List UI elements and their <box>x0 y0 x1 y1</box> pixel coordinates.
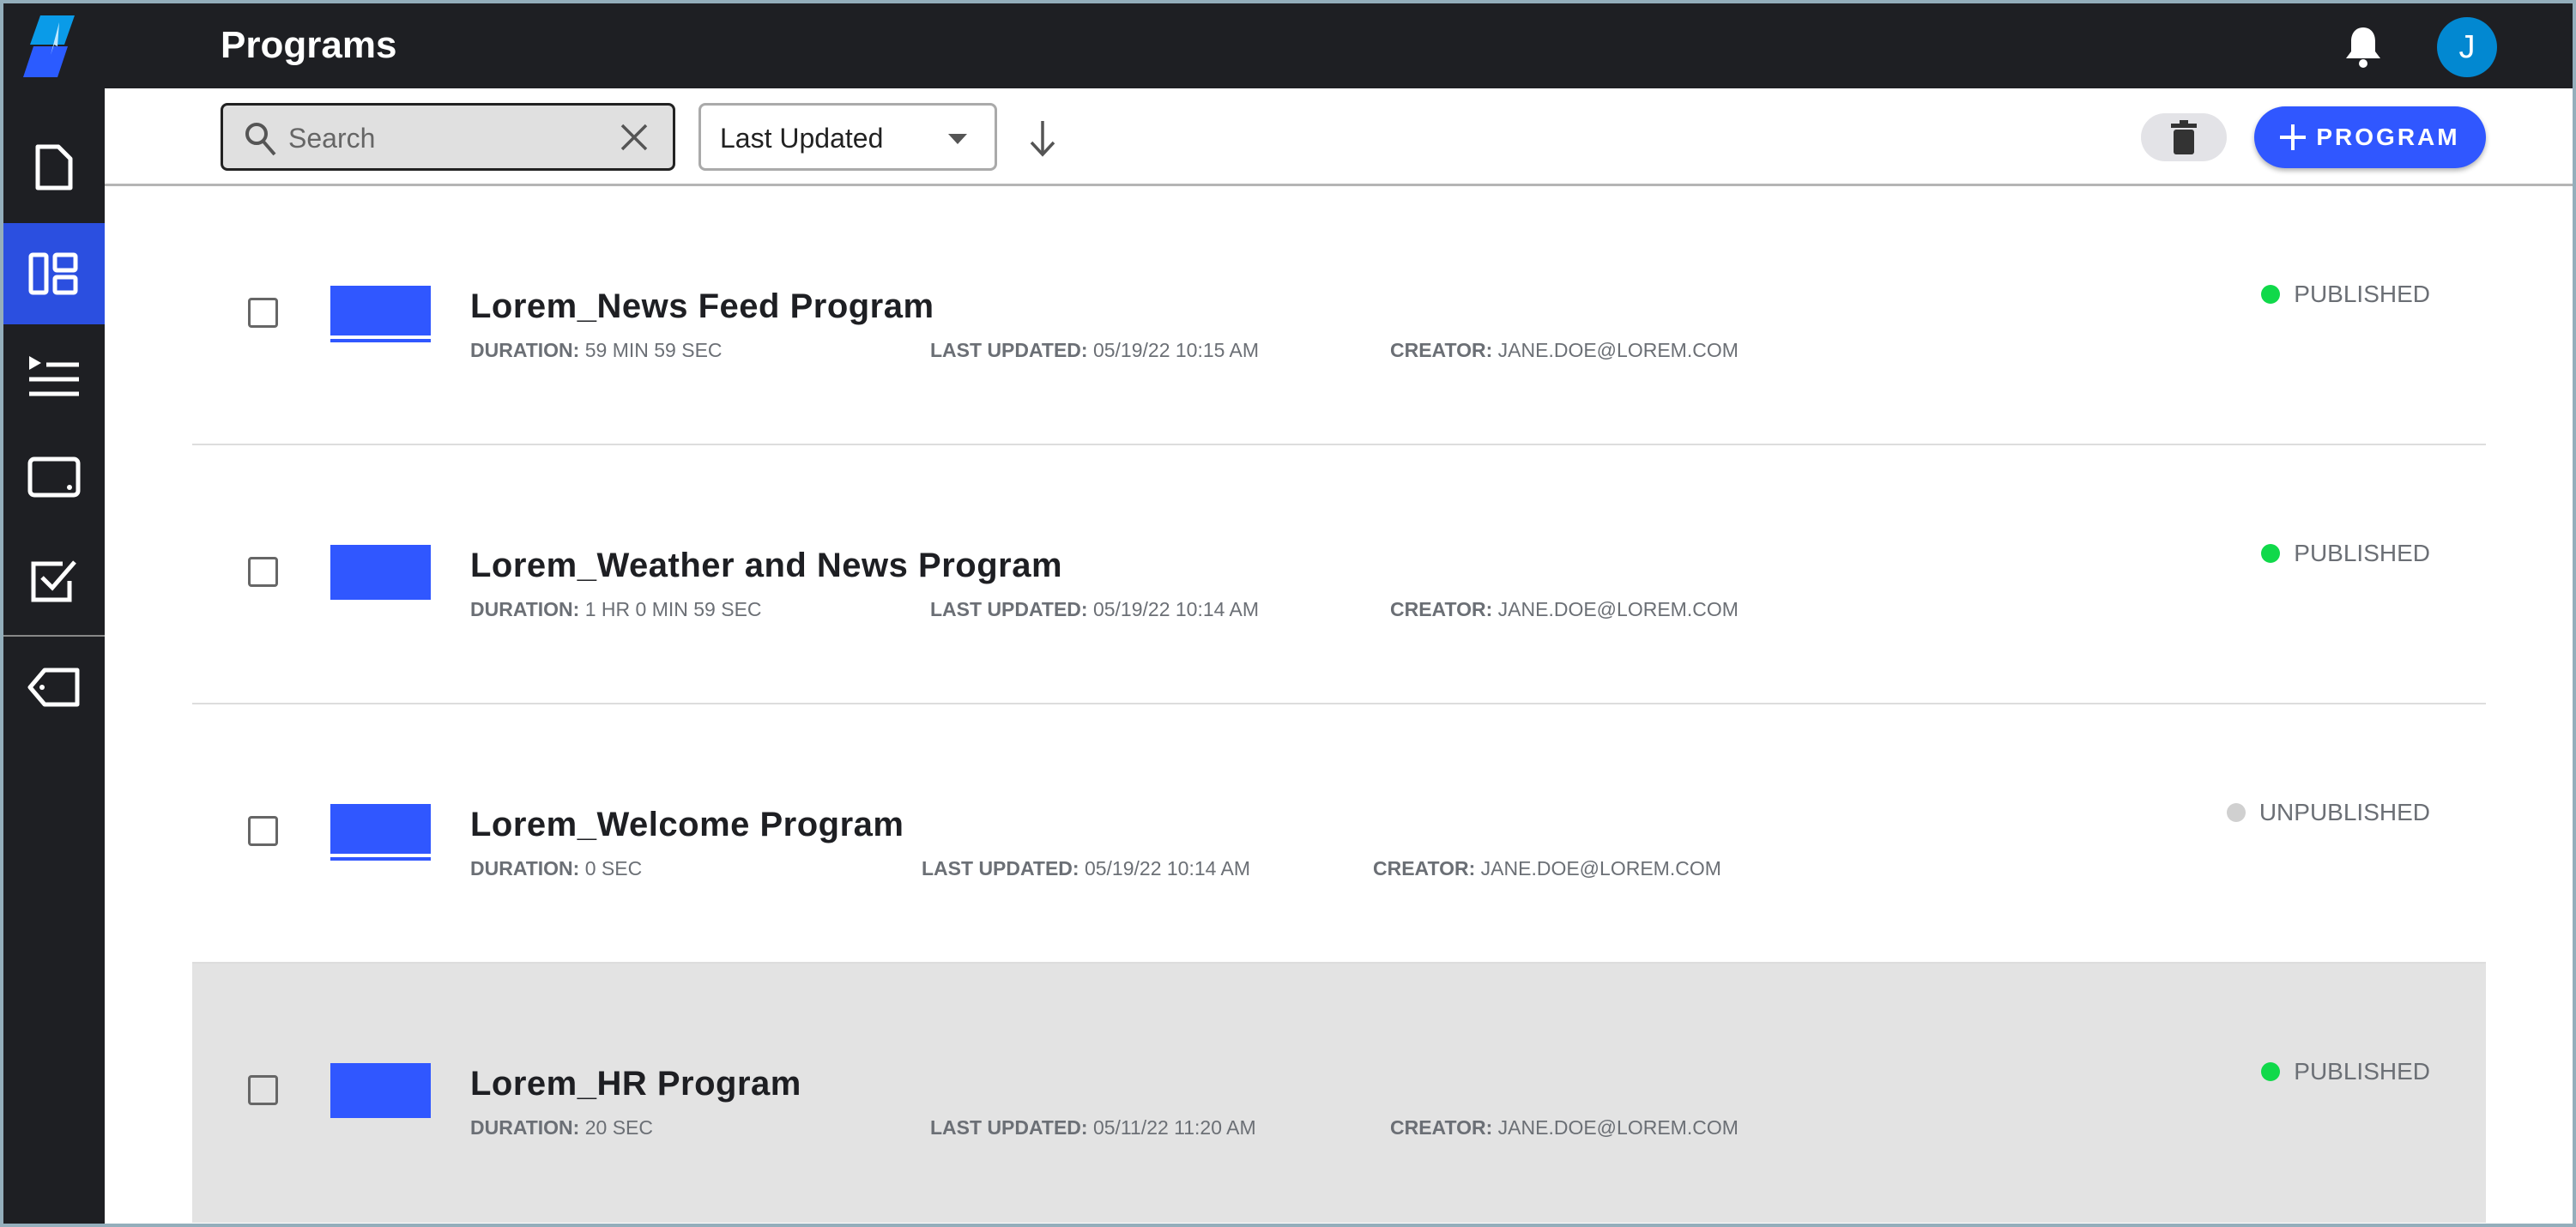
user-avatar[interactable]: J <box>2437 17 2497 77</box>
status-dot-icon <box>2226 803 2246 822</box>
program-last-updated: LAST UPDATED: 05/19/22 10:14 AM <box>930 598 1259 621</box>
duration-label: DURATION: <box>470 1116 580 1139</box>
search-icon <box>245 123 276 156</box>
top-bar: Programs J <box>105 3 2573 88</box>
checkbox-icon <box>31 560 76 602</box>
search-field[interactable] <box>221 103 675 171</box>
updated-value: 05/19/22 10:14 AM <box>1092 598 1260 620</box>
program-creator: CREATOR: JANE.DOE@LOREM.COM <box>1373 857 1721 880</box>
document-icon <box>35 144 73 190</box>
app-logo[interactable] <box>3 3 105 88</box>
creator-value: JANE.DOE@LOREM.COM <box>1480 857 1721 879</box>
delete-button[interactable] <box>2141 113 2227 161</box>
status-dot-icon <box>2261 544 2281 563</box>
program-title[interactable]: Lorem_HR Program <box>470 1065 801 1103</box>
clear-search-icon[interactable] <box>620 123 649 152</box>
dashboard-icon <box>28 252 78 295</box>
status-badge: PUBLISHED <box>2261 540 2430 567</box>
status-dot-icon <box>2261 285 2281 304</box>
add-program-label: PROGRAM <box>2316 124 2460 150</box>
program-duration: DURATION: 20 SEC <box>470 1116 653 1139</box>
creator-label: CREATOR: <box>1390 339 1493 361</box>
duration-label: DURATION: <box>470 598 580 620</box>
status-badge: PUBLISHED <box>2261 1058 2430 1085</box>
status-text: PUBLISHED <box>2294 540 2430 566</box>
add-program-button[interactable]: PROGRAM <box>2254 106 2486 168</box>
program-duration: DURATION: 1 HR 0 MIN 59 SEC <box>470 598 762 621</box>
creator-label: CREATOR: <box>1390 1116 1493 1139</box>
updated-label: LAST UPDATED: <box>922 857 1079 879</box>
sidebar-item-playlists[interactable] <box>3 325 105 426</box>
creator-value: JANE.DOE@LOREM.COM <box>1497 339 1738 361</box>
sidebar-item-approvals[interactable] <box>3 529 105 631</box>
updated-label: LAST UPDATED: <box>930 339 1088 361</box>
lightning-logo-icon <box>23 15 75 77</box>
playlist-icon <box>29 356 79 396</box>
program-row[interactable]: Lorem_HR Program DURATION: 20 SEC LAST U… <box>192 964 2486 1223</box>
duration-value: 1 HR 0 MIN 59 SEC <box>584 598 762 620</box>
trash-icon <box>2171 120 2197 154</box>
program-creator: CREATOR: JANE.DOE@LOREM.COM <box>1390 339 1738 362</box>
plus-icon <box>2280 124 2307 150</box>
program-creator: CREATOR: JANE.DOE@LOREM.COM <box>1390 598 1738 621</box>
page-title: Programs <box>221 24 397 66</box>
creator-value: JANE.DOE@LOREM.COM <box>1497 1116 1738 1139</box>
program-title[interactable]: Lorem_Welcome Program <box>470 806 904 844</box>
sidebar-item-devices[interactable] <box>3 427 105 529</box>
sidebar <box>3 3 105 1224</box>
status-text: PUBLISHED <box>2294 1058 2430 1085</box>
program-row[interactable]: Lorem_Weather and News Program DURATION:… <box>192 445 2486 704</box>
caret-down-icon <box>948 134 967 144</box>
program-duration: DURATION: 59 MIN 59 SEC <box>470 339 723 362</box>
search-input[interactable] <box>288 121 614 155</box>
duration-value: 20 SEC <box>584 1116 653 1139</box>
program-title[interactable]: Lorem_Weather and News Program <box>470 547 1062 585</box>
creator-label: CREATOR: <box>1390 598 1493 620</box>
tablet-icon <box>27 456 81 498</box>
tag-icon <box>27 668 80 707</box>
bell-icon <box>2346 27 2380 68</box>
updated-value: 05/19/22 10:15 AM <box>1092 339 1260 361</box>
program-last-updated: LAST UPDATED: 05/19/22 10:15 AM <box>930 339 1259 362</box>
status-text: UNPUBLISHED <box>2259 799 2430 825</box>
updated-label: LAST UPDATED: <box>930 1116 1088 1139</box>
toolbar: Last Updated PROGRAM <box>105 88 2573 186</box>
creator-label: CREATOR: <box>1373 857 1476 879</box>
program-thumbnail <box>330 545 431 600</box>
program-row[interactable]: Lorem_News Feed Program DURATION: 59 MIN… <box>192 186 2486 445</box>
program-title[interactable]: Lorem_News Feed Program <box>470 287 934 326</box>
creator-value: JANE.DOE@LOREM.COM <box>1497 598 1738 620</box>
program-duration: DURATION: 0 SEC <box>470 857 642 880</box>
status-dot-icon <box>2261 1062 2281 1081</box>
row-checkbox[interactable] <box>248 816 278 846</box>
status-badge: UNPUBLISHED <box>2226 799 2430 826</box>
notifications-button[interactable] <box>2344 26 2382 73</box>
sidebar-item-programs[interactable] <box>3 223 105 324</box>
program-thumbnail <box>330 1063 431 1118</box>
updated-label: LAST UPDATED: <box>930 598 1088 620</box>
row-checkbox[interactable] <box>248 298 278 328</box>
sort-select[interactable]: Last Updated <box>698 103 997 171</box>
program-thumbnail <box>330 804 431 861</box>
status-badge: PUBLISHED <box>2261 281 2430 308</box>
duration-value: 59 MIN 59 SEC <box>584 339 723 361</box>
sidebar-item-tags[interactable] <box>3 637 105 738</box>
updated-value: 05/11/22 11:20 AM <box>1092 1116 1256 1139</box>
status-text: PUBLISHED <box>2294 281 2430 307</box>
row-checkbox[interactable] <box>248 557 278 587</box>
program-thumbnail <box>330 286 431 342</box>
program-row[interactable]: Lorem_Welcome Program DURATION: 0 SEC LA… <box>192 704 2486 964</box>
duration-value: 0 SEC <box>584 857 643 879</box>
row-checkbox[interactable] <box>248 1075 278 1105</box>
program-last-updated: LAST UPDATED: 05/19/22 10:14 AM <box>922 857 1250 880</box>
program-last-updated: LAST UPDATED: 05/11/22 11:20 AM <box>930 1116 1256 1139</box>
sort-select-value: Last Updated <box>720 123 884 154</box>
duration-label: DURATION: <box>470 857 580 879</box>
duration-label: DURATION: <box>470 339 580 361</box>
program-creator: CREATOR: JANE.DOE@LOREM.COM <box>1390 1116 1738 1139</box>
sort-direction-arrow-down-icon[interactable] <box>1028 119 1057 157</box>
sidebar-item-content[interactable] <box>3 117 105 218</box>
updated-value: 05/19/22 10:14 AM <box>1084 857 1251 879</box>
